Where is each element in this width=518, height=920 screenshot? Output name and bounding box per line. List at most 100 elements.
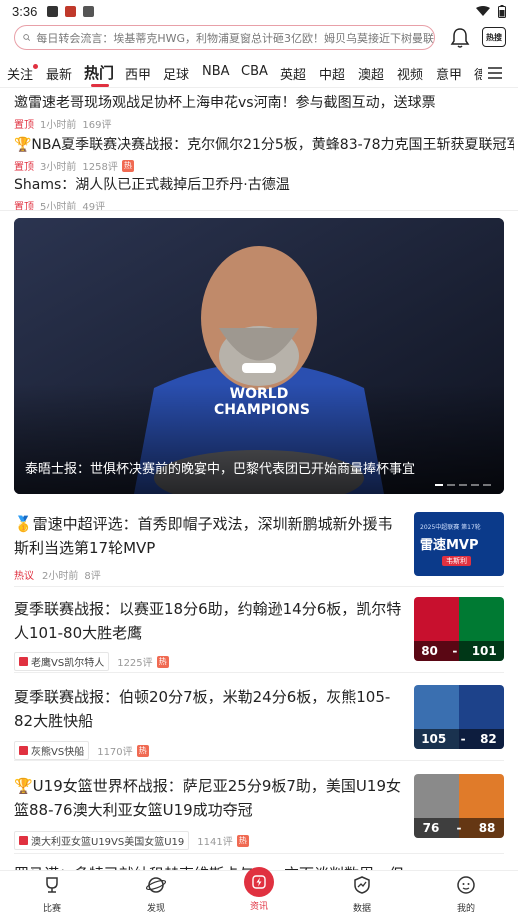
divider [14, 760, 504, 761]
tab-latest[interactable]: 最新 [46, 64, 72, 83]
news-meta: 置顶 1小时前 169评 [14, 116, 514, 131]
search-row: 每日转会流言：埃基蒂克HWG，利物浦夏窗总计砸3亿欧！姆贝乌莫接近下树曼联 热搜 [0, 24, 518, 54]
list-item[interactable]: Shams：湖人队已正式裁掉后卫乔丹·古德温 置顶 5小时前 49评 [14, 174, 514, 213]
tab-premier-league[interactable]: 英超 [280, 64, 306, 83]
search-placeholder: 每日转会流言：埃基蒂克HWG，利物浦夏窗总计砸3亿欧！姆贝乌莫接近下树曼联 [36, 31, 434, 45]
article-title: 🏆U19女篮世界杯战报：萨尼亚25分9板7助，美国U19女篮88-76澳大利亚女… [14, 777, 401, 819]
follow-reddot [33, 64, 38, 69]
search-input[interactable]: 每日转会流言：埃基蒂克HWG，利物浦夏窗总计砸3亿欧！姆贝乌莫接近下树曼联 [14, 25, 435, 50]
article-card[interactable]: 夏季联赛战报：以赛亚18分6助，约翰逊14分6板，凯尔特人101-80大胜老鹰 … [14, 597, 504, 671]
score-right: 88 [478, 821, 496, 835]
tab-csl[interactable]: 中超 [319, 64, 345, 83]
article-title: 夏季联赛战报：以赛亚18分6助，约翰逊14分6板，凯尔特人101-80大胜老鹰 [14, 600, 402, 642]
a-notification-icon [83, 5, 95, 17]
nav-discover[interactable]: 发现 [126, 875, 186, 914]
tab-hot[interactable]: 热门 [84, 62, 114, 83]
nav-label: 数据 [352, 904, 371, 914]
list-item[interactable]: 邀雷速老哥现场观战足协杯上海申花vs河南！参与截图互动，送球票 置顶 1小时前 … [14, 92, 514, 131]
bell-icon[interactable] [450, 27, 470, 49]
hero-caption: 泰晤士报：世俱杯决赛前的晚宴中，巴黎代表团已开始商量捧杯事宜 [25, 462, 416, 477]
team-tag-icon [19, 746, 28, 755]
carousel-dot[interactable] [483, 484, 491, 486]
news-title: Shams：湖人队已正式裁掉后卫乔丹·古德温 [14, 177, 290, 193]
comment-count: 1258评 [82, 162, 118, 173]
news-time: 3小时前 [40, 162, 77, 173]
team-tag-icon [19, 657, 28, 666]
article-time: 2小时前 [42, 571, 79, 582]
carousel-dot[interactable] [471, 484, 479, 486]
tab-football[interactable]: 足球 [163, 64, 189, 83]
score-left: 105 [421, 732, 447, 746]
channel-tabs: 关注 最新 热门 西甲 足球 NBA CBA 英超 中超 澳超 视频 意甲 德 [0, 60, 518, 88]
article-meta: 老鹰VS凯尔特人 1225评 热 [14, 652, 169, 671]
nav-label: 资讯 [249, 902, 268, 912]
score-thumbnail: 105 - 82 [414, 685, 504, 749]
tab-follow[interactable]: 关注 [7, 64, 33, 83]
pin-label: 置顶 [14, 120, 34, 131]
comment-count: 1141评 [197, 837, 233, 848]
wifi-icon [476, 5, 490, 16]
tab-nba[interactable]: NBA [202, 64, 230, 79]
notification-icon [47, 5, 59, 17]
news-circle [244, 867, 274, 897]
news-meta: 置顶 3小时前 1258评 热 [14, 158, 514, 173]
score-right: 82 [480, 732, 497, 746]
score-bar: 76 - 88 [414, 818, 504, 838]
hero-banner[interactable]: WORLD CHAMPIONS 泰晤士报：世俱杯决赛前的晚宴中，巴黎代表团已开始… [14, 218, 504, 494]
profile-icon [457, 876, 475, 894]
carousel-dot[interactable] [435, 484, 443, 486]
score-left: 76 [422, 821, 440, 835]
news-time: 1小时前 [40, 120, 77, 131]
nav-matches[interactable]: 比赛 [22, 875, 82, 914]
mvp-line1: 2025中超联赛 第17轮 [420, 524, 481, 531]
lightning-icon [252, 875, 266, 889]
score-separator: - [456, 821, 462, 835]
article-meta: 澳大利亚女篮U19VS美国女篮U19 1141评 热 [14, 831, 249, 850]
nav-label: 比赛 [42, 904, 61, 914]
score-thumbnail: 80 - 101 [414, 597, 504, 661]
search-icon [23, 34, 31, 41]
team-tag[interactable]: 澳大利亚女篮U19VS美国女篮U19 [14, 831, 190, 850]
mvp-line2: 雷速MVP [420, 538, 479, 553]
tab-serie-a[interactable]: 意甲 [436, 64, 462, 83]
team-tag[interactable]: 灰熊VS快船 [14, 741, 90, 760]
comment-count: 1225评 [117, 658, 153, 669]
team-tag-label: 澳大利亚女篮U19VS美国女篮U19 [31, 837, 185, 848]
tab-laliga[interactable]: 西甲 [125, 64, 151, 83]
tab-cba[interactable]: CBA [241, 64, 268, 79]
list-item[interactable]: 🏆NBA夏季联赛决赛战报：克尔佩尔21分5板，黄蜂83-78力克国王斩获夏联冠军… [14, 134, 514, 173]
nav-news[interactable]: 资讯 [229, 867, 289, 912]
nav-profile[interactable]: 我的 [436, 875, 496, 914]
data-shield-icon [354, 876, 370, 894]
nav-data[interactable]: 数据 [332, 875, 392, 914]
tab-a-league[interactable]: 澳超 [358, 64, 384, 83]
team-tag[interactable]: 老鹰VS凯尔特人 [14, 652, 110, 671]
mvp-line3: 韦斯利 [442, 556, 471, 566]
hot-search-button[interactable]: 热搜 [482, 27, 506, 47]
team-tag-label: 老鹰VS凯尔特人 [31, 658, 105, 669]
app-notification-icon [65, 5, 77, 17]
carousel-dot[interactable] [447, 484, 455, 486]
article-title: 🥇雷速中超评选：首秀即帽子戏法，深圳新鹏城新外援韦斯利当选第17轮MVP [14, 515, 393, 557]
article-card[interactable]: 🥇雷速中超评选：首秀即帽子戏法，深圳新鹏城新外援韦斯利当选第17轮MVP 热议 … [14, 512, 504, 582]
article-card[interactable]: 夏季联赛战报：伯顿20分7板，米勒24分6板，灰熊105-82大胜快船 灰熊VS… [14, 685, 504, 760]
planet-icon [146, 877, 166, 893]
score-bar: 80 - 101 [414, 641, 504, 661]
tab-video[interactable]: 视频 [397, 64, 423, 83]
article-card[interactable]: 🏆U19女篮世界杯战报：萨尼亚25分9板7助，美国U19女篮88-76澳大利亚女… [14, 774, 504, 850]
status-bar: 3:36 [0, 0, 518, 22]
menu-icon[interactable] [487, 66, 503, 80]
nav-label: 我的 [456, 904, 475, 914]
hot-search-label: 热搜 [486, 32, 502, 42]
score-separator: - [460, 732, 466, 746]
carousel-dot[interactable] [459, 484, 467, 486]
tab-bundesliga[interactable]: 德 [474, 64, 482, 83]
article-meta: 灰熊VS快船 1170评 热 [14, 741, 149, 760]
team-tag-icon [19, 836, 28, 845]
bottom-navigation: 比赛 发现 资讯 数据 我的 [0, 867, 518, 920]
battery-icon [498, 4, 506, 18]
score-separator: - [452, 644, 458, 658]
divider [14, 853, 504, 854]
news-title: 🏆NBA夏季联赛决赛战报：克尔佩尔21分5板，黄蜂83-78力克国王斩获夏联冠军 [14, 137, 514, 153]
pin-label: 置顶 [14, 162, 34, 173]
